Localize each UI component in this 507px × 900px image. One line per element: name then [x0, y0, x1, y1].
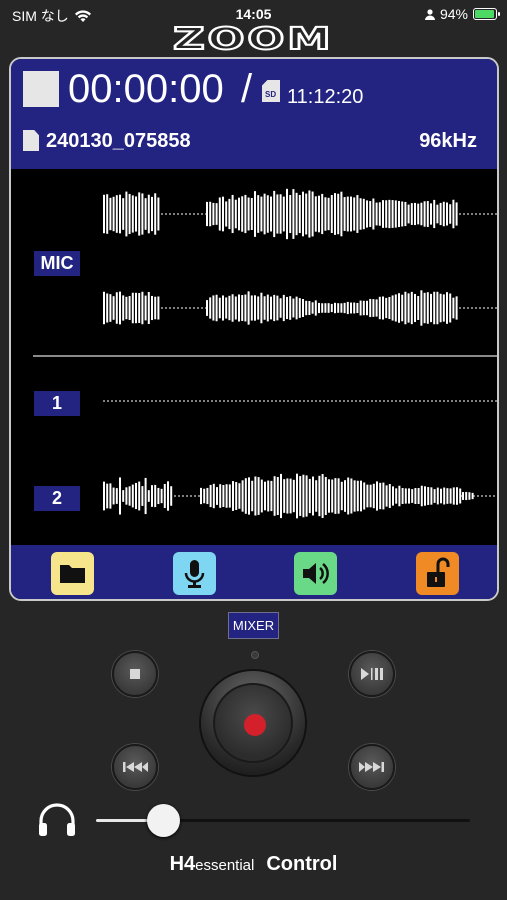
battery-fill [475, 10, 494, 18]
speaker-icon [303, 563, 329, 584]
mic-button[interactable] [173, 552, 216, 595]
model-sub: essential [195, 857, 255, 874]
unlock-icon [427, 557, 450, 587]
sample-rate: 96kHz [419, 130, 477, 152]
logo-text: ZOOM [172, 21, 334, 58]
person-icon [424, 8, 435, 20]
stop-icon [130, 669, 140, 679]
fast-forward-button[interactable] [349, 744, 395, 790]
waveform-area: MIC 1 2 [11, 169, 497, 545]
time-separator: / [241, 67, 253, 111]
file-name: 240130_075858 [46, 130, 191, 152]
status-right: 94% [424, 6, 500, 22]
file-icon [23, 130, 39, 151]
function-bar [11, 545, 497, 599]
folder-icon [60, 565, 85, 583]
elapsed-time: 00:00:00 [68, 67, 224, 111]
microphone-icon [184, 560, 205, 588]
zoom-logo: ZOOM [0, 21, 507, 58]
record-dot-icon [244, 714, 266, 736]
track-label-2: 2 [34, 486, 80, 511]
headphone-volume-slider[interactable] [96, 804, 470, 837]
track-divider [33, 355, 497, 357]
track-label-1: 1 [34, 391, 80, 416]
app-name: Control [266, 853, 338, 875]
waveform-display [103, 188, 497, 519]
skip-forward-icon [359, 762, 384, 772]
slider-thumb[interactable] [146, 804, 180, 837]
track-label-mic: MIC [34, 251, 80, 276]
screen-header: 00:00:00 / SD 11:12:20 240130_075858 96k… [11, 59, 497, 169]
folder-button[interactable] [51, 552, 94, 595]
recorder-screen: 00:00:00 / SD 11:12:20 240130_075858 96k… [9, 57, 499, 601]
lock-button[interactable] [416, 552, 459, 595]
remaining-time: 11:12:20 [287, 86, 364, 108]
battery-icon [473, 8, 500, 20]
skip-back-icon [123, 762, 148, 772]
play-pause-button[interactable] [349, 651, 395, 697]
stop-status-icon [23, 71, 59, 107]
sd-label: SD [265, 90, 277, 99]
record-button-inner [213, 683, 293, 763]
record-led [251, 651, 259, 659]
sd-card-icon: SD [262, 80, 280, 102]
stop-button[interactable] [112, 651, 158, 697]
headphone-icon [39, 803, 75, 836]
speaker-button[interactable] [294, 552, 337, 595]
record-button[interactable] [201, 671, 305, 775]
app-title: H4essential Control [0, 853, 507, 876]
model-main: H4 [169, 853, 196, 875]
mixer-button[interactable]: MIXER [228, 612, 279, 639]
rewind-button[interactable] [112, 744, 158, 790]
battery-percent: 94% [439, 6, 468, 22]
play-pause-icon [361, 668, 383, 680]
